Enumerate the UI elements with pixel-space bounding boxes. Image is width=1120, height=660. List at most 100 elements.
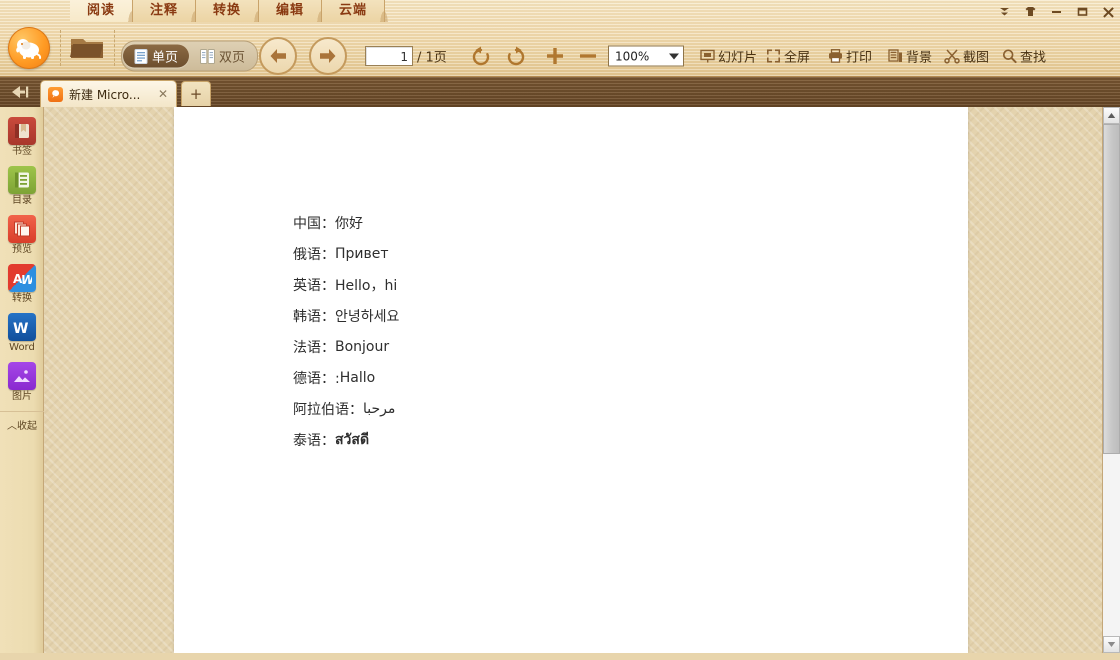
sidebar-item-images[interactable]: 图片 bbox=[0, 362, 44, 403]
document-line-key: 韩语： bbox=[293, 306, 335, 326]
fullscreen-button[interactable]: 全屏 bbox=[766, 47, 810, 66]
tab-back-button[interactable] bbox=[0, 77, 40, 107]
ribbon-tab-read-label: 阅读 bbox=[87, 3, 115, 18]
document-favicon-icon bbox=[48, 87, 63, 102]
document-line: 德语：: Hallo bbox=[293, 362, 853, 393]
close-button[interactable] bbox=[1100, 3, 1116, 19]
ribbon-tab-edit[interactable]: 编辑 bbox=[259, 0, 322, 22]
document-line-value: Hallo bbox=[340, 370, 375, 386]
document-line: 英语： Hello，hi bbox=[293, 269, 853, 300]
sidebar-item-images-label: 图片 bbox=[12, 391, 32, 403]
vertical-scrollbar[interactable] bbox=[1102, 107, 1120, 653]
sidebar-item-toc[interactable]: 目录 bbox=[0, 166, 44, 207]
sidebar-item-convert[interactable]: AW 转换 bbox=[0, 264, 44, 305]
fullscreen-label: 全屏 bbox=[784, 47, 810, 66]
document-line-key: 泰语： bbox=[293, 430, 335, 450]
screenshot-button[interactable]: 截图 bbox=[944, 47, 989, 66]
document-line-key: 英语： bbox=[293, 275, 335, 295]
document-work-area: 中国： 你好 俄语： Привет 英语： Hello，hi 韩语： 안녕하세요… bbox=[44, 107, 1103, 653]
toolbar-divider-2 bbox=[114, 30, 115, 66]
double-page-button[interactable]: 双页 bbox=[189, 45, 256, 68]
ribbon-tab-convert[interactable]: 转换 bbox=[196, 0, 259, 22]
document-line-value: สวัสดี bbox=[335, 429, 369, 451]
single-page-label: 单页 bbox=[152, 47, 178, 66]
ribbon-tab-convert-label: 转换 bbox=[213, 3, 241, 18]
skin-icon[interactable] bbox=[1022, 3, 1038, 19]
slideshow-button[interactable]: 幻灯片 bbox=[700, 47, 757, 66]
ribbon-tab-annotate-label: 注释 bbox=[150, 3, 178, 18]
document-line-key: 阿拉伯语： bbox=[293, 399, 363, 419]
chevron-down-icon[interactable] bbox=[996, 3, 1012, 19]
zoom-out-button[interactable] bbox=[578, 46, 598, 66]
find-label: 查找 bbox=[1020, 47, 1046, 66]
next-page-button[interactable] bbox=[309, 37, 347, 75]
print-button[interactable]: 打印 bbox=[828, 47, 872, 66]
maximize-button[interactable] bbox=[1074, 3, 1090, 19]
single-page-button[interactable]: 单页 bbox=[123, 45, 189, 68]
convert-icon: AW bbox=[8, 264, 36, 292]
double-page-label: 双页 bbox=[219, 47, 245, 66]
slideshow-label: 幻灯片 bbox=[718, 47, 757, 66]
document-line: 阿拉伯语： مرحبا bbox=[293, 393, 853, 424]
sidebar-item-bookmarks[interactable]: 书签 bbox=[0, 117, 44, 158]
scrollbar-thumb[interactable] bbox=[1103, 124, 1120, 454]
document-line: 俄语： Привет bbox=[293, 238, 853, 269]
sidebar-item-toc-label: 目录 bbox=[12, 195, 32, 207]
ribbon-tab-strip: 阅读 注释 转换 编辑 云端 bbox=[70, 0, 385, 22]
document-line: 韩语： 안녕하세요 bbox=[293, 300, 853, 331]
undo-button[interactable] bbox=[470, 46, 492, 66]
document-line-value: Привет bbox=[335, 246, 389, 262]
sidebar-item-preview[interactable]: 预览 bbox=[0, 215, 44, 256]
document-line: 中国： 你好 bbox=[293, 207, 853, 238]
sidebar-item-word[interactable]: W Word bbox=[0, 313, 44, 354]
document-line-value: مرحبا bbox=[363, 401, 395, 417]
elephant-logo[interactable] bbox=[8, 27, 50, 69]
document-tab-bar: 新建 Micro... ✕ + bbox=[0, 77, 1120, 107]
zoom-level-value: 100% bbox=[615, 49, 649, 63]
sidebar-item-preview-label: 预览 bbox=[12, 244, 32, 256]
minimize-button[interactable] bbox=[1048, 3, 1064, 19]
ribbon-tab-annotate[interactable]: 注释 bbox=[133, 0, 196, 22]
toolbar-divider-1 bbox=[60, 30, 61, 66]
window-controls bbox=[996, 2, 1116, 20]
document-line-value: 你好 bbox=[335, 213, 363, 233]
document-line: 法语： Bonjour bbox=[293, 331, 853, 362]
prev-page-button[interactable] bbox=[259, 37, 297, 75]
toc-icon bbox=[8, 166, 36, 194]
preview-icon bbox=[8, 215, 36, 243]
ribbon-tab-cloud[interactable]: 云端 bbox=[322, 0, 385, 22]
close-icon[interactable]: ✕ bbox=[150, 87, 168, 101]
main-toolbar: 单页 双页 1 / 1页 bbox=[0, 22, 1120, 76]
screenshot-label: 截图 bbox=[963, 47, 989, 66]
zoom-in-button[interactable] bbox=[545, 46, 565, 66]
scroll-up-button[interactable] bbox=[1103, 107, 1120, 124]
print-label: 打印 bbox=[846, 47, 872, 66]
image-icon bbox=[8, 362, 36, 390]
document-line-value: Hello，hi bbox=[335, 275, 397, 295]
open-file-button[interactable] bbox=[68, 32, 106, 62]
ribbon-tab-read[interactable]: 阅读 bbox=[70, 0, 133, 22]
find-button[interactable]: 查找 bbox=[1002, 47, 1046, 66]
chevron-down-icon bbox=[669, 53, 679, 59]
bookmark-icon bbox=[8, 117, 36, 145]
scroll-down-button[interactable] bbox=[1103, 636, 1120, 653]
ribbon-tab-cloud-label: 云端 bbox=[339, 3, 367, 18]
sidebar-item-bookmarks-label: 书签 bbox=[12, 146, 32, 158]
word-icon: W bbox=[8, 313, 36, 341]
redo-button[interactable] bbox=[505, 46, 527, 66]
page-mode-toggle: 单页 双页 bbox=[121, 41, 258, 72]
sidebar-item-convert-label: 转换 bbox=[12, 293, 32, 305]
sidebar-collapse-button[interactable]: ︿收起 bbox=[0, 411, 44, 432]
background-button[interactable]: 背景 bbox=[888, 47, 932, 66]
document-line-value: Bonjour bbox=[335, 339, 389, 355]
svg-text:W: W bbox=[13, 321, 28, 337]
sidebar-item-word-label: Word bbox=[9, 342, 35, 354]
ribbon: 阅读 注释 转换 编辑 云端 bbox=[0, 0, 1120, 77]
document-tab[interactable]: 新建 Micro... ✕ bbox=[40, 80, 177, 107]
new-tab-button[interactable]: + bbox=[181, 81, 211, 106]
zoom-level-select[interactable]: 100% bbox=[608, 46, 684, 67]
page-number-input[interactable]: 1 bbox=[365, 46, 413, 66]
document-line-key: 法语： bbox=[293, 337, 335, 357]
document-line: 泰语： สวัสดี bbox=[293, 424, 853, 455]
document-tab-title: 新建 Micro... bbox=[69, 86, 140, 103]
